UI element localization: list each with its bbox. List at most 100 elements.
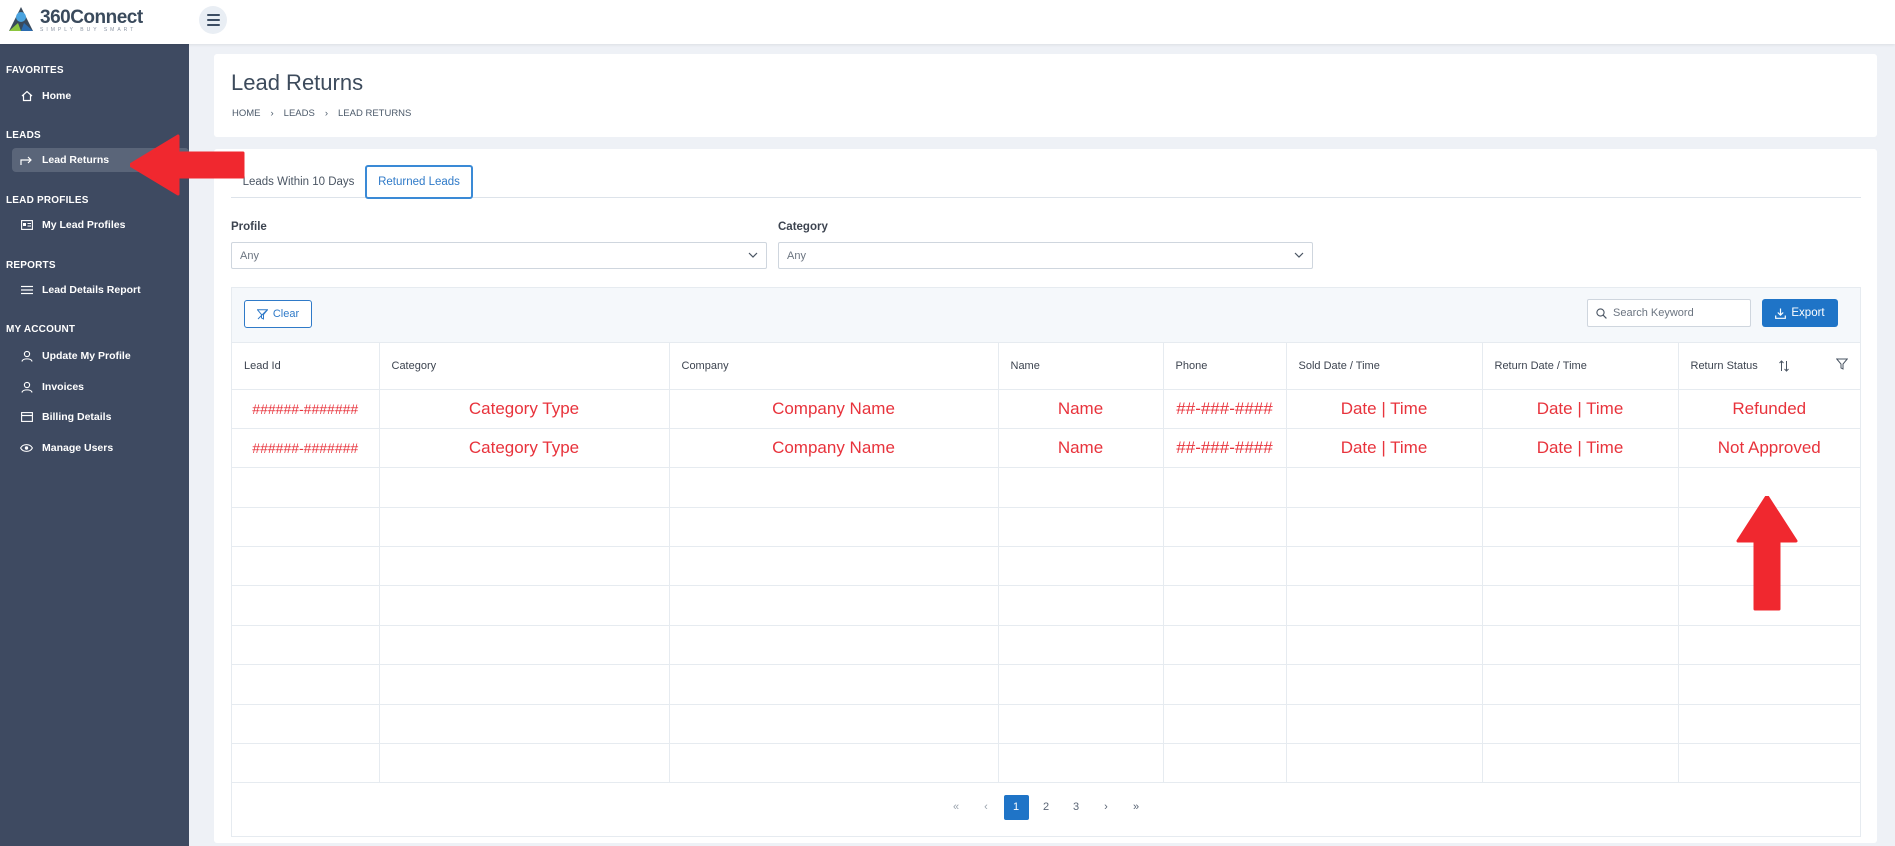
column-header-lead-id[interactable]: Lead Id bbox=[232, 343, 380, 390]
empty-cell bbox=[1286, 507, 1483, 548]
cell-company: Company Name bbox=[669, 428, 999, 469]
column-header-label: Return Status bbox=[1690, 359, 1758, 372]
page-title: Lead Returns bbox=[231, 70, 364, 95]
prev-page-button[interactable]: ‹ bbox=[974, 795, 999, 820]
sidebar-section-leads: LEADS bbox=[6, 130, 41, 141]
cell-return-date: Date | Time bbox=[1482, 428, 1679, 469]
column-header-phone[interactable]: Phone bbox=[1163, 343, 1287, 390]
empty-table-row bbox=[232, 585, 1860, 626]
page-3-button[interactable]: 3 bbox=[1064, 795, 1089, 820]
search-box[interactable] bbox=[1587, 299, 1751, 327]
annotation-arrow-up-icon bbox=[1736, 496, 1798, 611]
empty-cell bbox=[998, 507, 1164, 548]
empty-cell bbox=[232, 704, 380, 745]
export-button-label: Export bbox=[1791, 307, 1825, 319]
empty-cell bbox=[1163, 704, 1287, 745]
empty-cell bbox=[1286, 546, 1483, 587]
table-header-row: Lead Id Category Company Name Phone Sold… bbox=[232, 343, 1860, 390]
empty-cell bbox=[1163, 546, 1287, 587]
export-button[interactable]: Export bbox=[1762, 299, 1838, 327]
empty-cell bbox=[669, 743, 999, 784]
logo-tagline: SIMPLY BUY SMART bbox=[40, 26, 137, 33]
table-row[interactable]: ######-####### Category Type Company Name N… bbox=[232, 389, 1860, 429]
sidebar-item-label: Update My Profile bbox=[42, 350, 131, 362]
empty-cell bbox=[998, 467, 1164, 508]
clear-button[interactable]: Clear bbox=[244, 300, 312, 328]
sidebar-item-invoices[interactable]: Invoices bbox=[12, 375, 189, 399]
logo[interactable]: 360Connect SIMPLY BUY SMART bbox=[6, 5, 143, 35]
empty-cell bbox=[1482, 625, 1679, 666]
page-header: Lead Returns HOME › LEADS › LEAD RETURNS bbox=[214, 54, 1877, 137]
column-header-return-status[interactable]: Return Status bbox=[1678, 343, 1860, 390]
search-input[interactable] bbox=[1613, 307, 1743, 319]
cell-phone: ##-###-#### bbox=[1163, 389, 1287, 429]
filter-clear-icon bbox=[256, 308, 268, 320]
breadcrumb-leads[interactable]: LEADS bbox=[284, 108, 315, 119]
empty-cell bbox=[1286, 467, 1483, 508]
breadcrumb-home[interactable]: HOME bbox=[232, 108, 261, 119]
empty-cell bbox=[379, 625, 670, 666]
column-header-return-date[interactable]: Return Date / Time bbox=[1482, 343, 1679, 390]
cell-company: Company Name bbox=[669, 389, 999, 429]
first-page-button[interactable]: « bbox=[944, 795, 969, 820]
page-2-button[interactable]: 2 bbox=[1034, 795, 1059, 820]
empty-cell bbox=[232, 467, 380, 508]
empty-cell bbox=[669, 704, 999, 745]
page-1-button[interactable]: 1 bbox=[1003, 794, 1029, 820]
home-icon bbox=[20, 90, 33, 103]
empty-cell bbox=[232, 743, 380, 784]
sidebar-item-update-my-profile[interactable]: Update My Profile bbox=[12, 344, 189, 368]
tab-returned-leads[interactable]: Returned Leads bbox=[365, 165, 473, 199]
next-page-button[interactable]: › bbox=[1094, 795, 1119, 820]
share-arrow-icon bbox=[20, 154, 33, 167]
column-header-category[interactable]: Category bbox=[379, 343, 670, 390]
sidebar-item-home[interactable]: Home bbox=[12, 84, 189, 108]
sidebar-item-lead-details-report[interactable]: Lead Details Report bbox=[12, 278, 189, 302]
sort-icon[interactable] bbox=[1778, 360, 1790, 372]
empty-cell bbox=[669, 664, 999, 705]
empty-cell bbox=[1678, 625, 1860, 666]
credit-card-icon bbox=[20, 411, 33, 424]
id-card-icon bbox=[20, 219, 33, 232]
empty-cell bbox=[1286, 664, 1483, 705]
category-select[interactable]: Any bbox=[778, 242, 1313, 269]
empty-cell bbox=[1286, 585, 1483, 626]
empty-cell bbox=[1678, 664, 1860, 705]
empty-cell bbox=[669, 546, 999, 587]
empty-cell bbox=[1482, 546, 1679, 587]
empty-cell bbox=[1163, 664, 1287, 705]
annotation-arrow-left-icon bbox=[130, 134, 245, 196]
leads-table-panel: Clear Export Lead Id Category Company bbox=[231, 287, 1861, 837]
main-card: Leads Within 10 Days Returned Leads Prof… bbox=[214, 149, 1877, 843]
column-header-sold-date[interactable]: Sold Date / Time bbox=[1286, 343, 1483, 390]
cell-lead-id: ######-####### bbox=[232, 389, 380, 429]
empty-cell bbox=[232, 664, 380, 705]
menu-toggle-button[interactable] bbox=[199, 6, 227, 34]
cell-name: Name bbox=[998, 428, 1164, 469]
tab-leads-within-10-days[interactable]: Leads Within 10 Days bbox=[231, 165, 366, 198]
last-page-button[interactable]: » bbox=[1124, 795, 1149, 820]
filter-icon[interactable] bbox=[1836, 358, 1848, 370]
empty-cell bbox=[232, 625, 380, 666]
table-row[interactable]: ######-####### Category Type Company Name N… bbox=[232, 428, 1860, 469]
profile-select[interactable]: Any bbox=[231, 242, 767, 269]
sidebar-item-billing-details[interactable]: Billing Details bbox=[12, 405, 189, 429]
sidebar-item-label: Home bbox=[42, 90, 72, 102]
empty-cell bbox=[998, 585, 1164, 626]
empty-cell bbox=[998, 546, 1164, 587]
sidebar-item-manage-users[interactable]: Manage Users bbox=[12, 436, 189, 460]
list-icon bbox=[20, 284, 33, 297]
column-header-name[interactable]: Name bbox=[998, 343, 1164, 390]
profile-label: Profile bbox=[231, 221, 267, 233]
column-header-company[interactable]: Company bbox=[669, 343, 999, 390]
empty-cell bbox=[379, 467, 670, 508]
pagination: « ‹ 1 2 3 › » bbox=[232, 778, 1860, 836]
empty-cell bbox=[232, 507, 380, 548]
empty-table-row bbox=[232, 664, 1860, 705]
sidebar-section-my-account: MY ACCOUNT bbox=[6, 324, 76, 335]
empty-cell bbox=[1482, 585, 1679, 626]
empty-cell bbox=[379, 743, 670, 784]
empty-cell bbox=[1163, 507, 1287, 548]
empty-cell bbox=[1163, 467, 1287, 508]
sidebar-item-my-lead-profiles[interactable]: My Lead Profiles bbox=[12, 213, 189, 237]
